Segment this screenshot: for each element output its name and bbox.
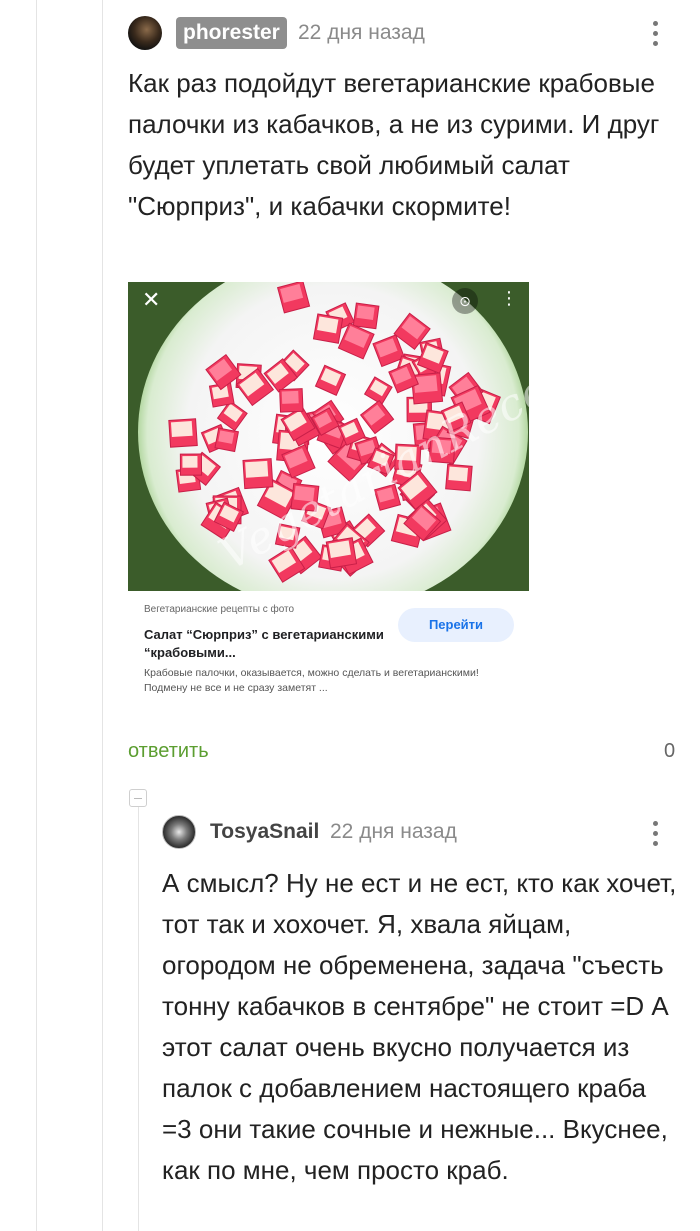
salad-cube <box>445 463 473 492</box>
collapse-thread-button[interactable] <box>129 789 147 807</box>
reply-count: 0 <box>664 740 676 762</box>
salad-cube <box>363 376 393 406</box>
reply-link[interactable]: ответить <box>128 738 209 764</box>
author-name[interactable]: phorester <box>176 17 287 49</box>
salad-cube <box>276 282 311 314</box>
avatar[interactable] <box>128 16 162 50</box>
salad-cube <box>279 388 304 413</box>
image-source: Вегетарианские рецепты с фото <box>144 604 295 615</box>
salad-cube <box>214 427 239 453</box>
salad-cube <box>168 418 198 448</box>
salad-cube <box>337 322 375 360</box>
avatar[interactable] <box>162 815 196 849</box>
embedded-image[interactable]: VegetarianRecepti ✕ ⊙ ⋮ <box>128 282 529 591</box>
more-options-icon[interactable] <box>645 815 665 851</box>
image-description: Крабовые палочки, оказывается, можно сде… <box>144 667 479 694</box>
comment-time: 22 дня назад <box>298 21 425 44</box>
author-name[interactable]: TosyaSnail <box>210 818 319 846</box>
comment-text: Как раз подойдут вегетарианские крабовые… <box>128 68 660 221</box>
thread-line <box>138 800 139 1231</box>
thread-line <box>102 0 103 1231</box>
goto-button[interactable]: Перейти <box>398 608 514 642</box>
salad-cube <box>359 399 395 435</box>
thread-line <box>36 0 37 1231</box>
salad-cube <box>325 537 358 569</box>
salad-cube <box>179 453 203 476</box>
more-options-icon[interactable] <box>645 15 665 51</box>
salad-cube <box>352 302 380 330</box>
close-icon[interactable]: ✕ <box>142 289 160 311</box>
more-icon[interactable]: ⋮ <box>500 288 518 308</box>
comment-time: 22 дня назад <box>330 820 457 843</box>
comment-text: А смысл? Ну не ест и не ест, кто как хоч… <box>162 868 677 1185</box>
lens-icon[interactable]: ⊙ <box>452 288 478 314</box>
salad-cube <box>312 313 344 344</box>
image-title[interactable]: Салат “Сюрприз” с вегетарианскими “крабо… <box>144 626 384 662</box>
salad-cube <box>314 364 347 396</box>
salad-cube <box>205 354 242 391</box>
salad-cube <box>242 458 274 490</box>
